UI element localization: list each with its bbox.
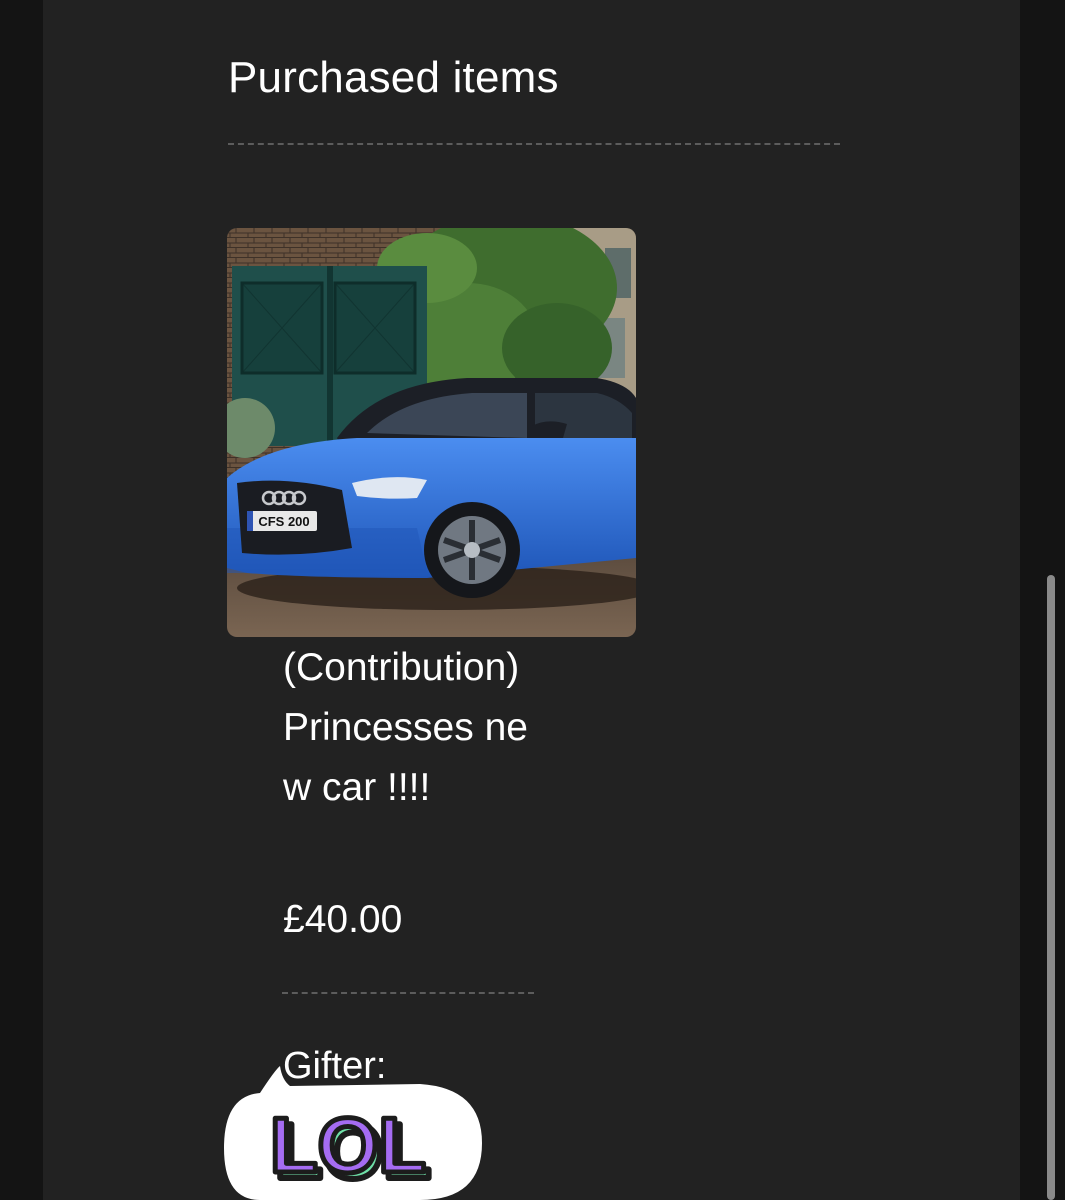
page: Purchased items CFS 200 (Contribution) P… (0, 0, 1065, 1200)
sticker-text: LOL (270, 1101, 426, 1189)
page-title: Purchased items (228, 53, 559, 102)
lol-sticker: LOL LOL (224, 1066, 482, 1200)
item-price: £40.00 (283, 898, 403, 941)
item-name[interactable]: (Contribution) Princesses new car !!!! (283, 638, 528, 818)
plate-text: CFS 200 (258, 514, 309, 529)
divider (282, 992, 534, 994)
scrollbar-thumb[interactable] (1047, 575, 1055, 1200)
product-image[interactable]: CFS 200 (227, 228, 636, 637)
divider (228, 143, 840, 145)
